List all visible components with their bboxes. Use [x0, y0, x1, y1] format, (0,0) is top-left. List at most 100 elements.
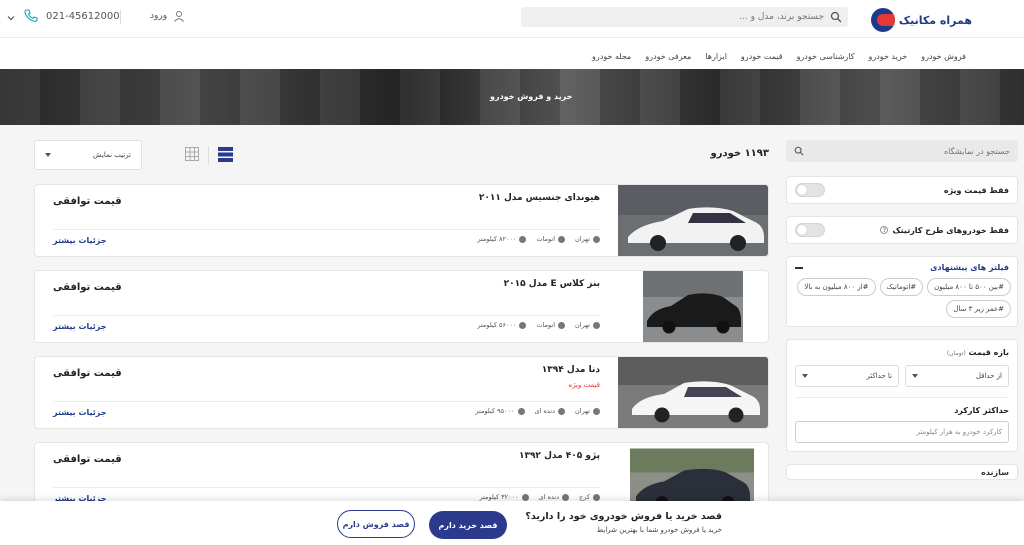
listing-title: دنا مدل ۱۳۹۴ [541, 365, 600, 375]
price-range-title: بازه قیمت (تومان) [795, 348, 1009, 357]
filter-tag[interactable]: #بین ۵۰۰ تا ۸۰۰ میلیون [927, 278, 1011, 296]
max-price-value: تا حداکثر [866, 372, 892, 380]
price-range-filter: بازه قیمت (تومان) از حداقل تا حداکثر حدا… [786, 339, 1018, 452]
nav-item-inspection[interactable]: کارشناسی خودرو [797, 52, 855, 61]
showroom-search-input[interactable] [815, 140, 1010, 162]
list-view-icon[interactable] [218, 147, 233, 162]
details-link[interactable]: جزئیات بیشتر [53, 322, 107, 331]
car-photo[interactable] [630, 443, 754, 504]
min-price-select[interactable]: از حداقل [905, 365, 1009, 387]
nav-item-intro[interactable]: معرفی خودرو [645, 52, 691, 61]
collapse-icon[interactable] [795, 266, 803, 269]
filter-tag[interactable]: #عمر زیر ۳ سال [946, 300, 1011, 318]
carthink-toggle[interactable] [795, 223, 825, 237]
carthink-filter: فقط خودروهای طرح کارتینک ? [786, 216, 1018, 244]
nav-item-price[interactable]: قیمت خودرو [741, 52, 783, 61]
listing-gearbox: اتومات [536, 235, 566, 243]
manufacturer-filter[interactable]: سازنده [786, 464, 1018, 480]
caret-down-icon [912, 374, 918, 378]
search-icon [794, 146, 804, 156]
location-icon [593, 321, 600, 329]
max-km-input[interactable]: کارکرد خودرو به هزار کیلومتر [795, 421, 1009, 443]
listing-meta: تهران دنده ای ۹۵۰۰۰ کیلومتر [475, 407, 600, 415]
car-photo[interactable] [618, 185, 768, 257]
min-price-value: از حداقل [975, 372, 1002, 380]
listing-title: پژو ۴۰۵ مدل ۱۳۹۲ [518, 451, 600, 461]
nav-item-tools[interactable]: ابزارها [705, 52, 727, 61]
location-icon [593, 235, 600, 243]
car-listing[interactable]: دنا مدل ۱۳۹۴ قیمت ویژه تهران دنده ای ۹۵۰… [34, 356, 769, 429]
listing-city: تهران [575, 235, 600, 243]
listing-meta: کرج دنده ای ۳۲۰۰۰ کیلومتر [479, 493, 600, 501]
details-link[interactable]: جزئیات بیشتر [53, 236, 107, 245]
price-range-label: بازه قیمت [968, 348, 1009, 357]
chevron-down-icon[interactable] [6, 13, 16, 23]
special-price-toggle[interactable] [795, 183, 825, 197]
car-listing[interactable]: پژو ۴۰۵ مدل ۱۳۹۲ کرج دنده ای ۳۲۰۰۰ کیلوم… [34, 442, 769, 504]
filter-tag[interactable]: #از ۸۰۰ میلیون به بالا [797, 278, 876, 296]
sort-label: ترتیب نمایش [93, 151, 131, 159]
nav-item-magazine[interactable]: مجله خودرو [592, 52, 631, 61]
search-icon[interactable] [830, 11, 842, 23]
max-km-title: حداکثر کارکرد [795, 397, 1009, 415]
nav-item-buy[interactable]: خرید خودرو [869, 52, 908, 61]
listing-km: ۹۵۰۰۰ کیلومتر [475, 407, 525, 415]
listing-km: ۳۲۰۰۰ کیلومتر [479, 493, 529, 501]
showroom-search[interactable] [786, 140, 1018, 162]
phone-link[interactable]: 021-45612000 [24, 9, 120, 23]
search-box[interactable] [521, 7, 848, 27]
cta-subtitle: خرید یا فروش خودرو شما با بهترین شرایط [596, 526, 722, 534]
max-price-select[interactable]: تا حداکثر [795, 365, 899, 387]
header-divider [120, 10, 121, 24]
listing-title: بنز کلاس E مدل ۲۰۱۵ [503, 279, 600, 289]
logo-text: همراه مکانیک [898, 13, 972, 27]
result-count: ۱۱۹۳ خودرو [710, 148, 769, 159]
location-icon [593, 407, 600, 415]
grid-view-icon[interactable] [185, 147, 199, 161]
view-separator [208, 146, 209, 164]
car-photo[interactable] [643, 271, 743, 343]
special-price-label: فقط قیمت ویژه [943, 185, 1009, 195]
listing-divider [53, 315, 600, 316]
speedometer-icon [519, 321, 527, 329]
listing-gearbox: دنده ای [539, 493, 570, 501]
logo[interactable]: همراه مکانیک [870, 8, 972, 32]
listing-city: تهران [575, 321, 600, 329]
listing-meta: تهران اتومات ۸۲۰۰۰ کیلومتر [477, 235, 600, 243]
help-icon[interactable]: ? [880, 226, 889, 234]
listing-km: ۵۶۰۰۰ کیلومتر [477, 321, 527, 329]
header: همراه مکانیک ورود 021-45612000 [0, 0, 1024, 38]
sell-intent-button[interactable]: قصد فروش دارم [337, 510, 415, 538]
buy-intent-button[interactable]: قصد خرید دارم [429, 511, 507, 539]
carthink-label-text: فقط خودروهای طرح کارتینک [892, 225, 1009, 235]
price-unit: (تومان) [946, 350, 966, 357]
location-icon [593, 493, 600, 501]
speedometer-icon [521, 493, 529, 501]
listing-divider [53, 401, 600, 402]
caret-down-icon [802, 374, 808, 378]
search-input[interactable] [524, 7, 824, 27]
listing-price: قیمت توافقی [53, 454, 122, 465]
sort-select[interactable]: ترتیب نمایش [34, 140, 142, 170]
car-listing[interactable]: هیوندای جنسیس مدل ۲۰۱۱ تهران اتومات ۸۲۰۰… [34, 184, 769, 257]
details-link[interactable]: جزئیات بیشتر [53, 408, 107, 417]
suggested-filters: فیلتر های پیشنهادی #بین ۵۰۰ تا ۸۰۰ میلیو… [786, 256, 1018, 327]
gearbox-icon [558, 321, 566, 329]
login-button[interactable]: ورود [150, 10, 185, 22]
nav-item-sell[interactable]: فروش خودرو [921, 52, 966, 61]
phone-number: 021-45612000 [46, 10, 120, 22]
listing-special: قیمت ویژه [568, 381, 600, 389]
banner-title: خرید و فروش خودرو [490, 92, 573, 101]
caret-down-icon [45, 153, 51, 157]
listing-price: قیمت توافقی [53, 368, 122, 379]
listing-gearbox: اتومات [536, 321, 566, 329]
speedometer-icon [519, 235, 527, 243]
listing-city: کرج [579, 493, 600, 501]
phone-icon [24, 9, 38, 22]
speedometer-icon [517, 407, 525, 415]
special-price-filter: فقط قیمت ویژه [786, 176, 1018, 204]
car-listing[interactable]: بنز کلاس E مدل ۲۰۱۵ تهران اتومات ۵۶۰۰۰ ک… [34, 270, 769, 343]
car-photo[interactable] [618, 357, 768, 429]
listing-title: هیوندای جنسیس مدل ۲۰۱۱ [478, 193, 600, 203]
filter-tag[interactable]: #اتوماتیک [879, 278, 924, 296]
